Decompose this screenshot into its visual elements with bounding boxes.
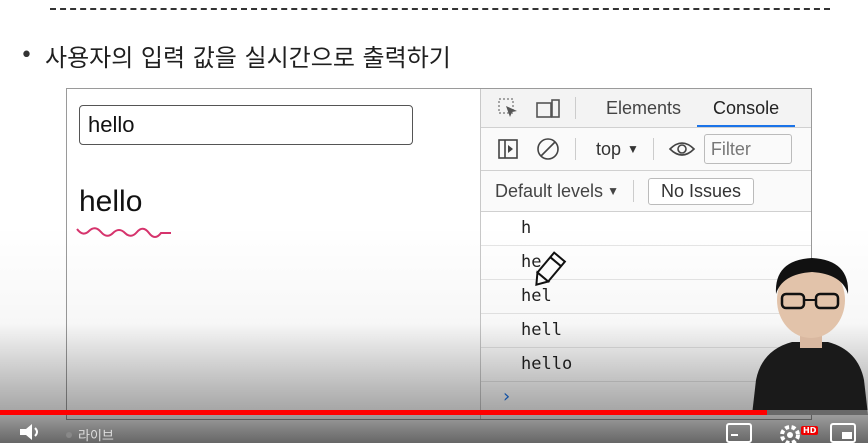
toolbar-separator bbox=[575, 138, 576, 160]
device-toolbar-icon[interactable] bbox=[535, 97, 561, 119]
subtitles-icon[interactable] bbox=[726, 423, 752, 443]
clear-console-icon[interactable] bbox=[535, 138, 561, 160]
levels-select[interactable]: Default levels ▼ bbox=[495, 181, 619, 202]
annotation-squiggle-icon bbox=[76, 227, 171, 238]
context-label: top bbox=[596, 138, 622, 159]
volume-icon[interactable] bbox=[18, 421, 44, 443]
levels-bar: Default levels ▼ No Issues bbox=[481, 171, 811, 212]
bullet-text: 사용자의 입력 값을 실시간으로 출력하기 bbox=[44, 43, 451, 72]
tab-console[interactable]: Console bbox=[697, 89, 796, 127]
tab-separator bbox=[575, 97, 576, 119]
dashed-divider bbox=[50, 8, 830, 10]
levels-separator bbox=[632, 180, 634, 202]
live-dot-icon bbox=[66, 431, 72, 438]
output-text: hello bbox=[79, 185, 143, 218]
dropdown-caret-icon: ▼ bbox=[607, 184, 619, 198]
tab-elements[interactable]: Elements bbox=[590, 89, 697, 127]
context-select[interactable]: top ▼ bbox=[596, 139, 639, 160]
pencil-cursor-icon bbox=[535, 251, 567, 287]
live-indicator[interactable]: 라이브 bbox=[66, 425, 114, 444]
console-toolbar: top ▼ Filter bbox=[481, 128, 811, 171]
demo-page: hello hello bbox=[67, 89, 481, 419]
settings-gear-icon[interactable] bbox=[778, 423, 802, 447]
devtools-tabbar: Elements Console bbox=[481, 89, 811, 128]
live-expression-eye-icon[interactable] bbox=[668, 139, 696, 159]
demo-frame: hello hello Elements Console top ▼ Filte… bbox=[66, 88, 812, 420]
issues-button[interactable]: No Issues bbox=[647, 177, 754, 205]
inspect-element-icon[interactable] bbox=[495, 97, 521, 119]
presenter-webcam bbox=[752, 258, 868, 415]
hd-badge: HD bbox=[801, 426, 819, 435]
slide-bullet: • 사용자의 입력 값을 실시간으로 출력하기 bbox=[20, 38, 451, 72]
miniplayer-icon[interactable] bbox=[830, 423, 856, 443]
toolbar-separator bbox=[652, 138, 654, 160]
live-label: 라이브 bbox=[78, 429, 114, 444]
text-input[interactable]: hello bbox=[79, 105, 413, 145]
console-entry: h bbox=[481, 212, 811, 246]
bullet-dot-icon: • bbox=[20, 42, 33, 68]
filter-input[interactable]: Filter bbox=[703, 134, 792, 164]
dropdown-caret-icon: ▼ bbox=[627, 142, 639, 156]
player-controls: 라이브 HD bbox=[0, 415, 868, 445]
levels-label: Default levels bbox=[495, 180, 604, 201]
sidebar-toggle-icon[interactable] bbox=[495, 138, 521, 160]
